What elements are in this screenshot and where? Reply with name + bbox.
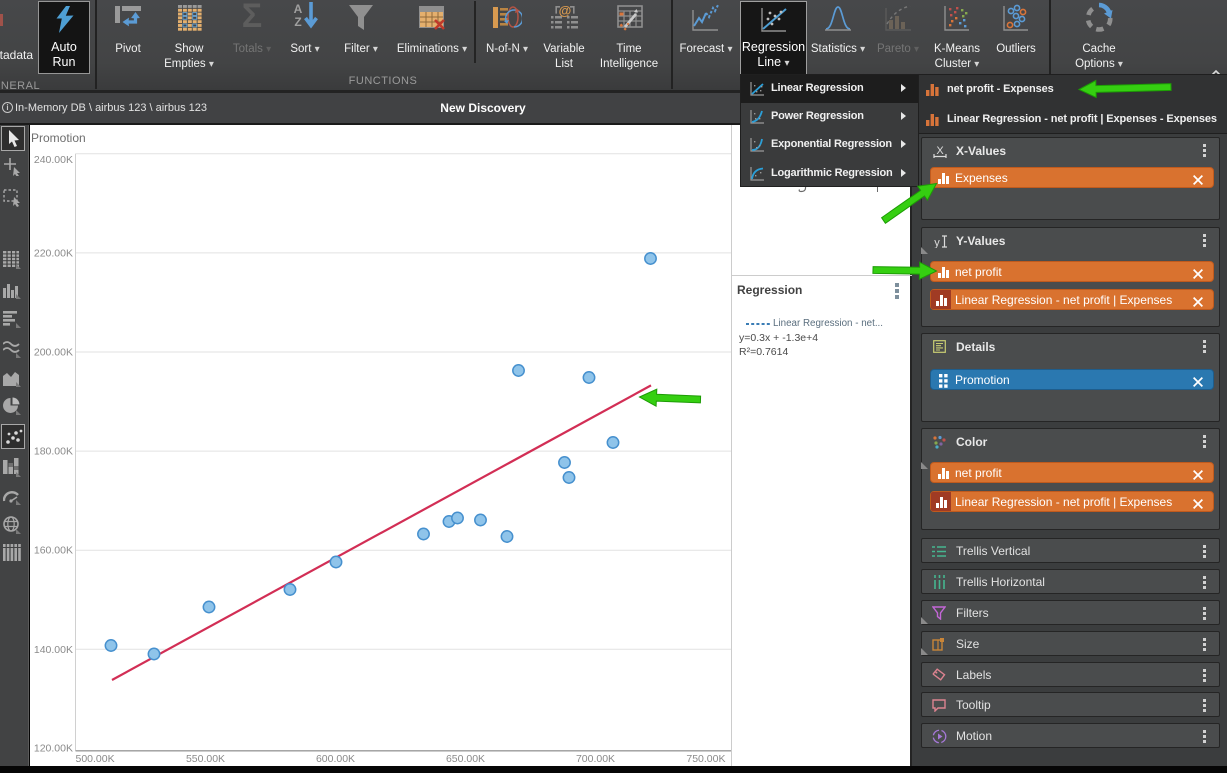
svg-text:X: X xyxy=(936,145,944,157)
svg-text:220.00K: 220.00K xyxy=(34,247,73,259)
svg-text:120.00K: 120.00K xyxy=(34,743,73,755)
svg-text:200.00K: 200.00K xyxy=(34,347,73,359)
svg-text:160.00K: 160.00K xyxy=(34,545,73,557)
svg-text:@: @ xyxy=(559,4,572,18)
svg-text:600.00K: 600.00K xyxy=(316,753,355,765)
svg-text:y: y xyxy=(934,237,940,248)
svg-text:140.00K: 140.00K xyxy=(34,644,73,656)
svg-text:750.00K: 750.00K xyxy=(686,753,725,765)
svg-text:180.00K: 180.00K xyxy=(34,446,73,458)
svg-text:240.00K: 240.00K xyxy=(34,154,73,166)
svg-text:500.00K: 500.00K xyxy=(76,753,115,765)
svg-text:650.00K: 650.00K xyxy=(446,753,485,765)
svg-text:550.00K: 550.00K xyxy=(186,753,225,765)
svg-text:700.00K: 700.00K xyxy=(576,753,615,765)
